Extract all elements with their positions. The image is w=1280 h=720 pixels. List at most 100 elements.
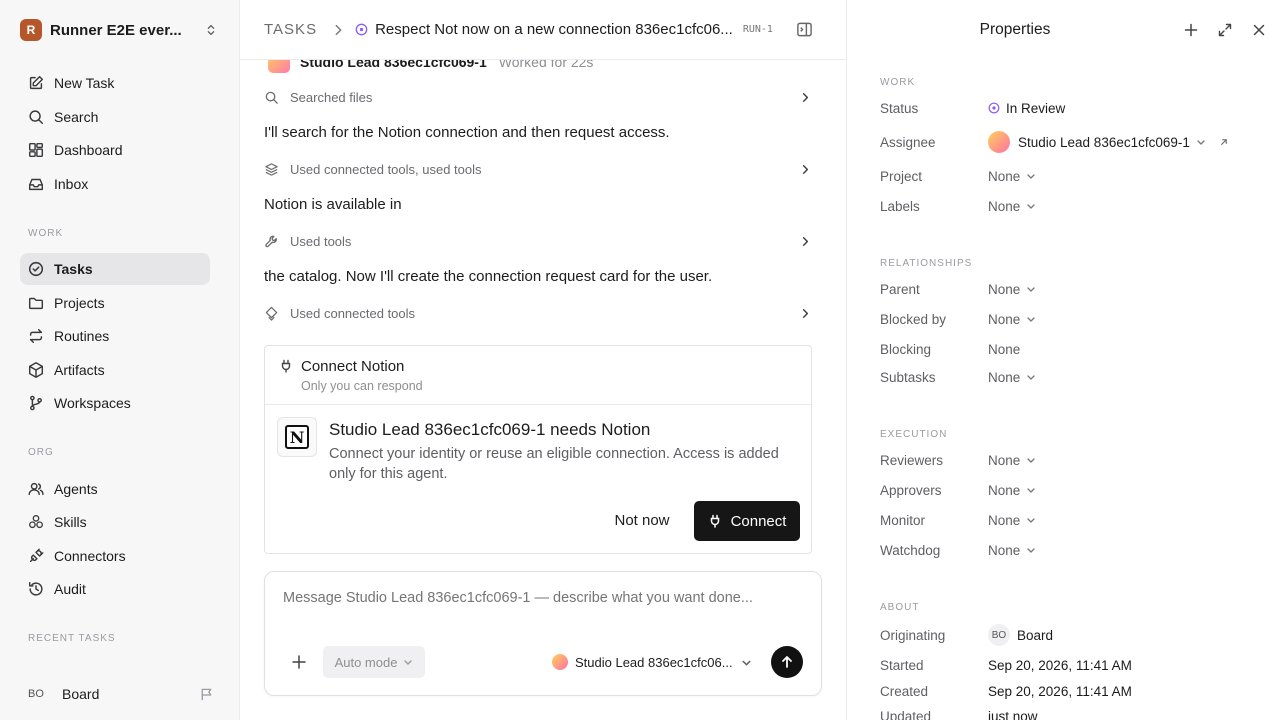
property-monitor: Monitor None bbox=[880, 509, 1270, 531]
property-key: Reviewers bbox=[880, 452, 944, 468]
branch-icon bbox=[30, 395, 42, 411]
mode-selector[interactable]: Auto mode bbox=[323, 646, 425, 678]
agent-selector-label: Studio Lead 836ec1cfc06... bbox=[575, 654, 733, 670]
nav-label: Dashboard bbox=[54, 142, 123, 158]
nav-label: Projects bbox=[54, 295, 105, 311]
nav-audit[interactable]: Audit bbox=[20, 573, 210, 605]
property-key: Started bbox=[880, 657, 924, 673]
in-review-status-icon bbox=[988, 102, 1000, 114]
property-key: Watchdog bbox=[880, 542, 941, 558]
nav-label: Artifacts bbox=[54, 362, 105, 378]
nav-search[interactable]: Search bbox=[20, 101, 210, 133]
status-label: In Review bbox=[1006, 100, 1066, 116]
chevron-down-icon bbox=[1027, 458, 1035, 463]
property-parent: Parent None bbox=[880, 278, 1270, 300]
chevron-right-icon bbox=[802, 236, 809, 246]
property-blocking: Blocking None bbox=[880, 338, 1270, 360]
workspace-logo: R bbox=[20, 19, 42, 41]
plus-icon[interactable] bbox=[1183, 22, 1199, 38]
nav-new-task[interactable]: New Task bbox=[20, 67, 210, 99]
nav-label: Connectors bbox=[54, 548, 126, 564]
property-key: Blocking bbox=[880, 341, 932, 357]
breadcrumb-tasks[interactable]: TASKS bbox=[264, 21, 317, 38]
nav-label: Skills bbox=[54, 514, 87, 530]
subtasks-value[interactable]: None bbox=[988, 370, 1036, 385]
property-key: Created bbox=[880, 683, 929, 699]
nav-projects[interactable]: Projects bbox=[20, 287, 210, 319]
labels-value[interactable]: None bbox=[988, 199, 1036, 214]
connect-request-title: Studio Lead 836ec1cfc069-1 needs Notion bbox=[329, 420, 651, 439]
chevron-down-icon bbox=[1027, 488, 1035, 493]
status-value[interactable]: In Review bbox=[988, 101, 1065, 116]
assignee-avatar bbox=[988, 131, 1010, 153]
tool-call-label: Used connected tools, used tools bbox=[290, 161, 482, 177]
tool-call-label: Searched files bbox=[290, 89, 373, 105]
property-key: Subtasks bbox=[880, 369, 936, 385]
send-button[interactable] bbox=[771, 646, 803, 678]
nav-label: Inbox bbox=[54, 176, 89, 192]
run-id: RUN-1 bbox=[742, 24, 773, 35]
tool-call-used-tools[interactable]: Used tools bbox=[264, 230, 812, 252]
properties-panel: Properties WORK Status In Review Assigne… bbox=[846, 0, 1280, 720]
plug-icon bbox=[29, 548, 44, 563]
nav-connectors[interactable]: Connectors bbox=[20, 540, 210, 572]
property-key: Blocked by bbox=[880, 311, 947, 327]
tasks-icon bbox=[28, 261, 44, 277]
property-key: Updated bbox=[880, 708, 932, 720]
parent-value[interactable]: None bbox=[988, 282, 1036, 297]
nav-agents[interactable]: Agents bbox=[20, 473, 210, 505]
monitor-value[interactable]: None bbox=[988, 513, 1036, 528]
task-header: TASKS Respect Not now on a new connectio… bbox=[240, 0, 846, 60]
agent-selector[interactable]: Studio Lead 836ec1cfc06... bbox=[552, 650, 754, 674]
chevron-down-icon bbox=[1197, 140, 1205, 145]
tool-call-label: Used connected tools bbox=[290, 305, 416, 321]
approvers-value[interactable]: None bbox=[988, 483, 1036, 498]
panel-toggle-icon[interactable] bbox=[796, 21, 813, 38]
nav-dashboard[interactable]: Dashboard bbox=[20, 134, 210, 166]
nav-skills[interactable]: Skills bbox=[20, 506, 210, 538]
chevron-down-icon bbox=[1027, 548, 1035, 553]
nav-routines[interactable]: Routines bbox=[20, 320, 210, 352]
property-key: Originating bbox=[880, 627, 946, 643]
watchdog-value[interactable]: None bbox=[988, 543, 1036, 558]
users-icon bbox=[28, 482, 44, 496]
nav-artifacts[interactable]: Artifacts bbox=[20, 354, 210, 386]
property-created: Created Sep 20, 2026, 11:41 AM bbox=[880, 680, 1270, 702]
external-link-icon[interactable] bbox=[1218, 137, 1229, 148]
nav-workspaces[interactable]: Workspaces bbox=[20, 387, 210, 419]
tool-call-connected-and-tools[interactable]: Used connected tools, used tools bbox=[264, 158, 812, 180]
chevron-right-icon bbox=[335, 24, 342, 35]
blocking-value: None bbox=[988, 342, 1020, 357]
new-task-icon bbox=[29, 75, 44, 90]
connect-button[interactable]: Connect bbox=[694, 501, 800, 541]
nav-label: Agents bbox=[54, 481, 98, 497]
tool-call-connected-tools[interactable]: Used connected tools bbox=[264, 302, 812, 324]
property-key: Approvers bbox=[880, 482, 942, 498]
reviewers-value[interactable]: None bbox=[988, 453, 1036, 468]
nav-inbox[interactable]: Inbox bbox=[20, 168, 210, 200]
property-key: Parent bbox=[880, 281, 920, 297]
section-label-work: WORK bbox=[28, 228, 64, 239]
tool-call-searched-files[interactable]: Searched files bbox=[264, 86, 812, 108]
updated-value: just now bbox=[988, 708, 1038, 720]
property-originating: Originating BO Board bbox=[880, 624, 1270, 646]
message-input[interactable] bbox=[283, 590, 803, 606]
project-value[interactable]: None bbox=[988, 169, 1036, 184]
chevron-down-icon bbox=[1027, 518, 1035, 523]
wrench-icon bbox=[265, 235, 277, 247]
tool-call-label: Used tools bbox=[290, 233, 352, 249]
agent-message: Notion is available in bbox=[264, 196, 402, 213]
flag-icon[interactable] bbox=[199, 687, 214, 702]
started-value: Sep 20, 2026, 11:41 AM bbox=[988, 657, 1132, 673]
blocked-by-value[interactable]: None bbox=[988, 312, 1036, 327]
workspace-switcher[interactable]: R Runner E2E ever... bbox=[20, 16, 218, 44]
not-now-button[interactable]: Not now bbox=[599, 501, 685, 539]
assignee-label: Studio Lead 836ec1cfc069-1 bbox=[1018, 134, 1190, 150]
none-label: None bbox=[988, 198, 1021, 214]
plus-icon[interactable] bbox=[290, 653, 308, 671]
board-link[interactable]: BO Board bbox=[28, 682, 214, 706]
close-icon[interactable] bbox=[1251, 22, 1267, 38]
assignee-value[interactable]: Studio Lead 836ec1cfc069-1 bbox=[988, 131, 1229, 153]
nav-tasks[interactable]: Tasks bbox=[20, 253, 210, 285]
expand-icon[interactable] bbox=[1217, 22, 1233, 38]
